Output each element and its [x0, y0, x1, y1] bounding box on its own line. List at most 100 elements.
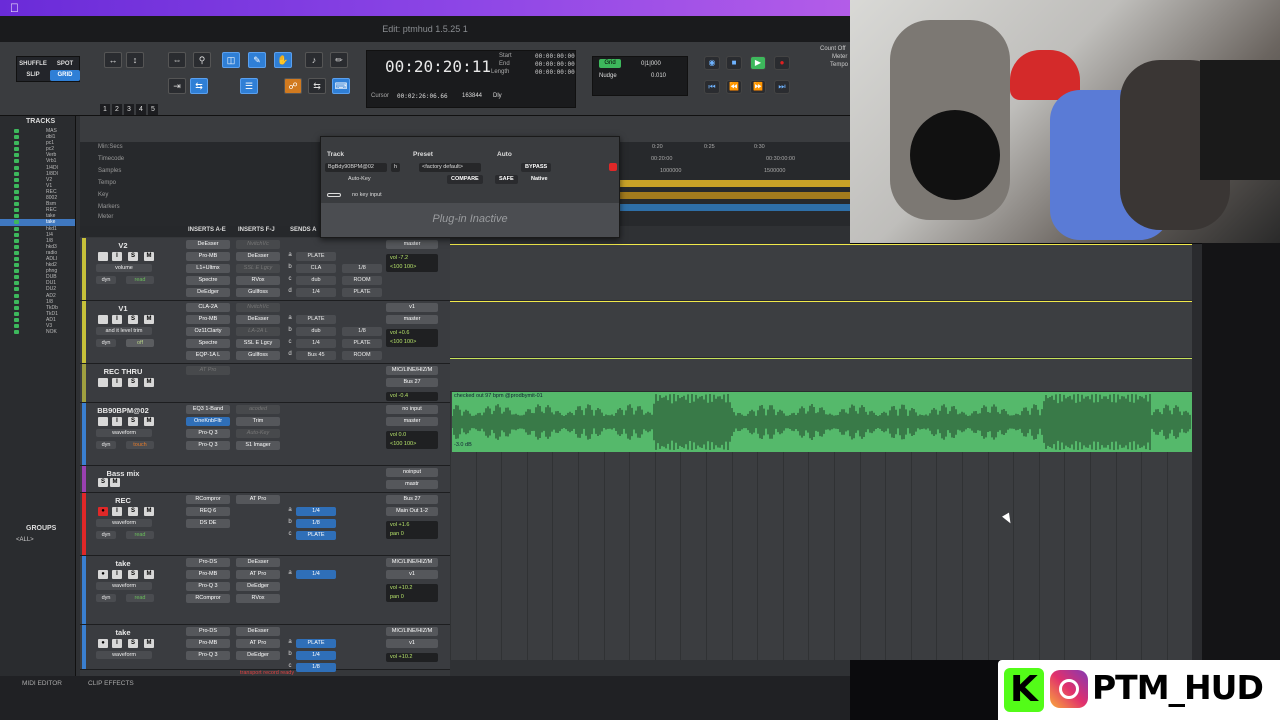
record-enable-button[interactable] [98, 315, 108, 324]
insert-slot[interactable]: DeEsser [236, 315, 280, 324]
input-monitor-button[interactable]: I [112, 639, 122, 648]
insert-slot[interactable]: DeEdger [236, 651, 280, 660]
send-slot[interactable]: PLATE [296, 315, 336, 324]
lane-rec-thru[interactable] [450, 358, 1192, 392]
volume-pan-display[interactable]: vol +10.2 pan 0 [386, 584, 438, 602]
record-enable-button[interactable] [98, 252, 108, 261]
solo-button[interactable]: S [128, 315, 138, 324]
mute-button[interactable]: M [144, 639, 154, 648]
volume-pan-display[interactable]: vol +0.6 <100 100> [386, 329, 438, 347]
online-icon[interactable]: ◉ [704, 56, 720, 70]
plugin-preset-select[interactable]: <factory default> [419, 163, 481, 172]
link-track-icon[interactable]: ☍ [284, 78, 302, 94]
clip-effects-tab[interactable]: CLIP EFFECTS [88, 680, 134, 687]
end-value[interactable]: 00:00:00:00 [535, 61, 575, 68]
zoom-horizontal-icon[interactable]: ↔ [104, 52, 122, 68]
ruler-samples[interactable]: Samples [98, 168, 158, 174]
track-row[interactable]: take ● I S Mwaveform Pro-DS Pro-MB Pro-Q 3 DeEss… [80, 625, 450, 672]
insertion-follows-icon[interactable]: ⇆ [308, 78, 326, 94]
insert-slot[interactable]: AT Pro [236, 570, 280, 579]
insert-slot[interactable]: NvitchVc [236, 240, 280, 249]
io-select[interactable]: master [386, 315, 438, 324]
insert-slot[interactable]: Pro-MB [186, 570, 230, 579]
track-row[interactable]: BB90BPM@02 I S Mwaveform dyn touch EQ3 1-Band O… [80, 403, 450, 466]
insert-slot[interactable]: DeEsser [236, 252, 280, 261]
record-enable-button[interactable]: ● [98, 639, 108, 648]
close-icon[interactable] [609, 163, 617, 171]
rewind-icon[interactable]: ⏪ [726, 80, 742, 94]
insert-slot[interactable]: DeEdger [236, 582, 280, 591]
shuffle-mode[interactable]: SHUFFLE [18, 59, 48, 70]
track-name[interactable]: REC THRU [88, 367, 158, 376]
io-select[interactable]: v1 [386, 639, 438, 648]
volume-pan-display[interactable]: vol 0.0 <100 100> [386, 431, 438, 449]
grid-mode[interactable]: GRID [50, 70, 80, 81]
insert-slot[interactable]: Pro-Q 3 [186, 429, 230, 438]
send-slot[interactable]: PLATE [296, 639, 336, 648]
mute-button[interactable]: M [144, 570, 154, 579]
insert-slot[interactable]: AT Pro [186, 366, 230, 375]
volume-value[interactable]: vol +0.6 [390, 329, 438, 338]
io-select[interactable]: MIC/LINE/HIZ/M [386, 366, 438, 375]
io-select[interactable]: v1 [386, 570, 438, 579]
volume-line[interactable] [450, 358, 1192, 359]
send-slot[interactable]: PLATE [342, 339, 382, 348]
play-icon[interactable]: ▶ [750, 56, 766, 70]
zoomer-tool-icon[interactable]: ⚲ [193, 52, 211, 68]
mute-button[interactable]: M [144, 252, 154, 261]
plugin-insert-select[interactable]: h [391, 163, 401, 172]
send-slot[interactable]: 1/4 [296, 651, 336, 660]
record-enable-button[interactable] [98, 417, 108, 426]
io-select[interactable]: MIC/LINE/HIZ/M [386, 558, 438, 567]
insert-slot[interactable]: DeEdger [186, 288, 230, 297]
send-slot[interactable]: 1/4 [296, 570, 336, 579]
io-select[interactable]: no input [386, 405, 438, 414]
input-monitor-button[interactable]: I [112, 417, 122, 426]
automation-mode-select[interactable]: read [126, 531, 154, 539]
lane-v1[interactable] [450, 301, 1192, 358]
volume-value[interactable]: vol -7.2 [390, 254, 438, 263]
zoom-preset-5[interactable]: 5 [148, 104, 158, 115]
zoom-preset-2[interactable]: 2 [112, 104, 122, 115]
send-slot[interactable]: 1/4 [296, 339, 336, 348]
grid-value[interactable]: 0|1|000 [641, 61, 661, 67]
io-select[interactable]: master [386, 240, 438, 249]
volume-value[interactable]: vol 0.0 [390, 431, 438, 440]
insert-slot[interactable]: SSL E Lgcy [236, 339, 280, 348]
insert-slot[interactable]: DeEsser [236, 627, 280, 636]
send-slot[interactable]: 1/8 [342, 327, 382, 336]
input-monitor-button[interactable]: I [112, 252, 122, 261]
track-row[interactable]: take ● I S Mwaveform dyn read Pro-DS Pro-MB Pro-Q… [80, 556, 450, 625]
insert-slot[interactable]: LA-2A L [236, 327, 280, 336]
insert-slot[interactable]: DeEsser [236, 558, 280, 567]
insert-slot[interactable]: NvitchVc [236, 303, 280, 312]
edit-timeline[interactable]: checked out 97 bpm @prodbymit-01 -3.0 dB [450, 244, 1194, 660]
vertical-scrollbar[interactable] [1192, 244, 1202, 660]
input-monitor-button[interactable]: I [112, 315, 122, 324]
scrubber-tool-icon[interactable]: ♪ [305, 52, 323, 68]
solo-button[interactable]: S [128, 507, 138, 516]
send-slot[interactable]: 1/8 [342, 264, 382, 273]
insert-slot[interactable]: Pro-MB [186, 315, 230, 324]
pan-value[interactable]: <100 100> [390, 338, 438, 347]
slip-mode[interactable]: SLIP [18, 70, 48, 81]
volume-pan-display[interactable]: vol -0.4 [386, 392, 438, 401]
automation-mode-select[interactable]: off [126, 339, 154, 347]
group-all[interactable]: <ALL> [0, 537, 76, 543]
track-row[interactable]: V1 I S Mand it level trim dyn off CLA-2A Pro-MB… [80, 301, 450, 364]
volume-pan-display[interactable]: vol +10.2 [386, 653, 438, 662]
send-slot[interactable]: 1/8 [296, 663, 336, 672]
compare-button[interactable]: COMPARE [447, 175, 483, 184]
automation-mode-select[interactable]: touch [126, 441, 154, 449]
record-enable-button[interactable]: ● [98, 570, 108, 579]
track-row[interactable]: Bass mixSMnoinputmastr0.0 [80, 466, 450, 503]
clip-gain[interactable]: -3.0 dB [454, 442, 472, 448]
selector-tool-icon[interactable]: ✎ [248, 52, 266, 68]
pan-value[interactable]: <100 100> [390, 263, 438, 272]
length-value[interactable]: 00:00:00:00 [535, 69, 575, 76]
insert-slot[interactable]: S1 Imager [236, 441, 280, 450]
solo-button[interactable]: S [128, 378, 138, 387]
mute-button[interactable]: M [110, 478, 120, 487]
automation-mode-select[interactable]: read [126, 276, 154, 284]
track-name[interactable]: V2 [88, 241, 158, 250]
